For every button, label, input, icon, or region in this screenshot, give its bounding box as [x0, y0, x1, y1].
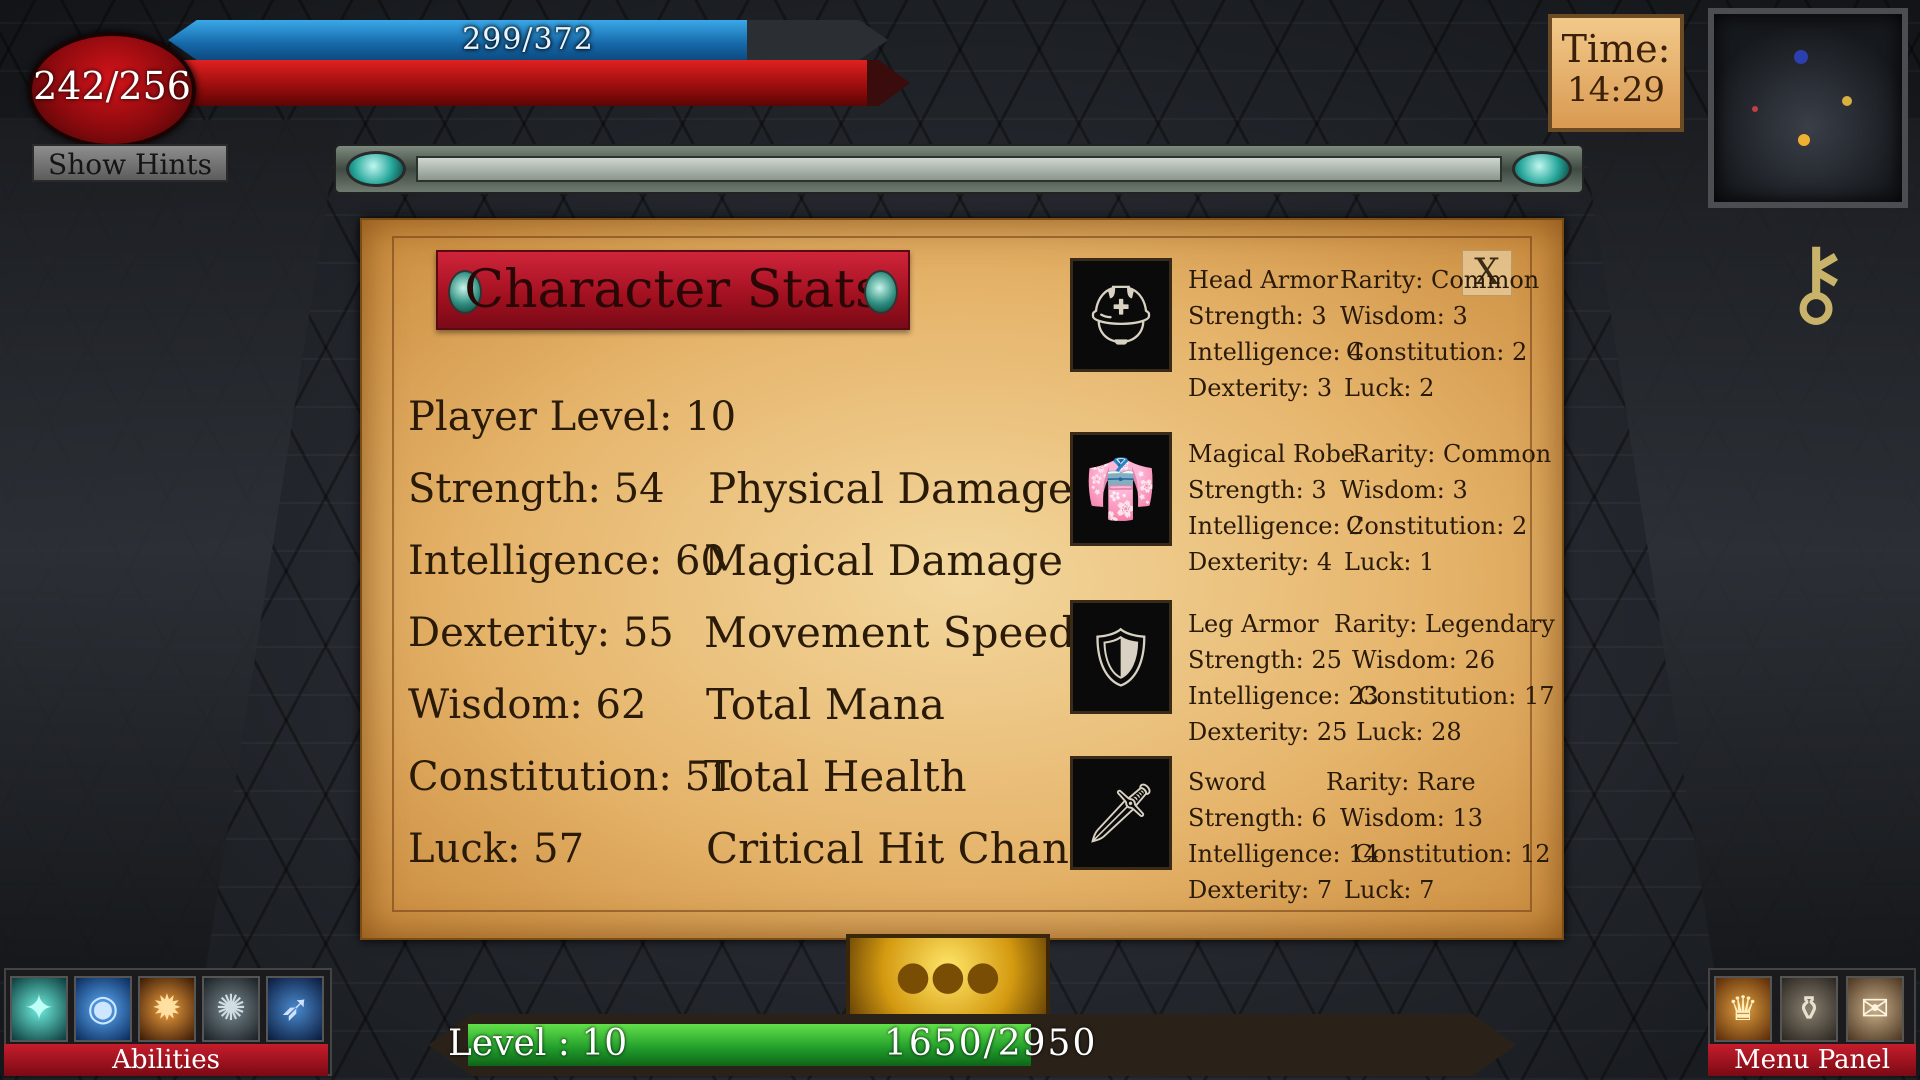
- equipment-strength: Strength: 3: [1188, 476, 1327, 504]
- gold-coins-icon: ●●●: [846, 934, 1050, 1018]
- health-bar-fill: [130, 60, 868, 106]
- equipment-strength: Strength: 6: [1188, 804, 1327, 832]
- banner-gem-right-icon: [864, 270, 898, 314]
- equipment-name: Head Armor: [1188, 266, 1338, 294]
- equipment-wisdom: Wisdom: 26: [1352, 646, 1496, 674]
- minimap-player-marker: [1798, 134, 1810, 146]
- movement-speed-link[interactable]: Movement Speed: [704, 608, 1075, 657]
- equipment-dexterity: Dexterity: 25: [1188, 718, 1348, 746]
- equipment-dexterity: Dexterity: 7: [1188, 876, 1333, 904]
- equipment-rarity: Rarity: Legendary: [1334, 610, 1555, 638]
- equipment-constitution: Constitution: 17: [1358, 682, 1555, 710]
- equipment-name: Leg Armor: [1188, 610, 1319, 638]
- equipment-luck: Luck: 2: [1344, 374, 1435, 402]
- equipment-constitution: Constitution: 2: [1346, 338, 1528, 366]
- character-crest-icon[interactable]: ♛: [1714, 976, 1772, 1042]
- equipment-constitution: Constitution: 2: [1346, 512, 1528, 540]
- abilities-button[interactable]: Abilities: [4, 1044, 328, 1076]
- stat-wisdom: Wisdom: 62: [408, 682, 647, 728]
- equipment-luck: Luck: 7: [1344, 876, 1435, 904]
- health-bar: [130, 60, 910, 106]
- equipment-intelligence: Intelligence: 23: [1188, 682, 1379, 710]
- helmet-icon[interactable]: ⛑: [1070, 258, 1172, 372]
- time-display: Time: 14:29: [1548, 14, 1684, 132]
- equipment-rarity: Rarity: Rare: [1326, 768, 1476, 796]
- equipment-luck: Luck: 1: [1344, 548, 1435, 576]
- lightning-ability-icon[interactable]: ✦: [10, 976, 68, 1042]
- magical-damage-link[interactable]: Magical Damage: [704, 536, 1063, 585]
- menu-panel-button[interactable]: Menu Panel: [1708, 1044, 1916, 1076]
- mana-bar: 299/372: [168, 20, 888, 60]
- equipment-name: Magical Robe: [1188, 440, 1356, 468]
- equipment-wisdom: Wisdom: 3: [1340, 302, 1468, 330]
- panel-rail: [334, 144, 1584, 194]
- stat-player-level: Player Level: 10: [408, 394, 737, 440]
- time-value: 14:29: [1567, 70, 1665, 110]
- show-hints-button[interactable]: Show Hints: [32, 144, 228, 182]
- mana-value: 299/372: [462, 22, 594, 57]
- stat-strength: Strength: 54: [408, 466, 665, 512]
- physical-damage-link[interactable]: Physical Damage: [708, 464, 1073, 513]
- panel-title: Character Stats: [464, 260, 882, 320]
- sword-icon[interactable]: 🗡: [1070, 756, 1172, 870]
- minimap-marker-top: [1794, 50, 1808, 64]
- minimap[interactable]: [1708, 8, 1908, 208]
- inventory-bag-icon[interactable]: ⚱: [1780, 976, 1838, 1042]
- keys-icon[interactable]: ⚷: [1756, 222, 1876, 342]
- health-value: 242/256: [33, 64, 191, 108]
- equipment-constitution: Constitution: 12: [1354, 840, 1551, 868]
- equipment-strength: Strength: 25: [1188, 646, 1342, 674]
- equipment-intelligence: Intelligence: 14: [1188, 840, 1379, 868]
- level-label: Level : 10: [448, 1023, 628, 1064]
- stat-luck: Luck: 57: [408, 826, 585, 872]
- equipment-luck: Luck: 28: [1356, 718, 1462, 746]
- equipment-dexterity: Dexterity: 3: [1188, 374, 1333, 402]
- critical-hit-chance-link[interactable]: Critical Hit Chance: [706, 824, 1117, 873]
- equipment-dexterity: Dexterity: 4: [1188, 548, 1333, 576]
- shield-burst-ability-icon[interactable]: ✺: [202, 976, 260, 1042]
- time-label: Time:: [1561, 27, 1671, 71]
- leg-armor-icon[interactable]: 🛡: [1070, 600, 1172, 714]
- equipment-wisdom: Wisdom: 13: [1340, 804, 1484, 832]
- equipment-intelligence: Intelligence: 4: [1188, 338, 1364, 366]
- minimap-marker-left: [1752, 106, 1758, 112]
- equipment-strength: Strength: 3: [1188, 302, 1327, 330]
- panel-title-banner: Character Stats: [436, 250, 910, 330]
- stat-dexterity: Dexterity: 55: [408, 610, 674, 656]
- arrow-ability-icon[interactable]: ➶: [266, 976, 324, 1042]
- scroll-map-icon[interactable]: ✉: [1846, 976, 1904, 1042]
- panel-rail-inner: [416, 156, 1502, 182]
- total-mana-link[interactable]: Total Mana: [706, 680, 945, 729]
- stat-constitution: Constitution: 51: [408, 754, 736, 800]
- total-health-link[interactable]: Total Health: [704, 752, 967, 801]
- equipment-rarity: Rarity: Common: [1352, 440, 1552, 468]
- rail-gem-left-icon: [346, 151, 406, 187]
- equipment-intelligence: Intelligence: 2: [1188, 512, 1364, 540]
- robe-icon[interactable]: 👘: [1070, 432, 1172, 546]
- fire-ability-icon[interactable]: ✹: [138, 976, 196, 1042]
- equipment-rarity: Rarity: Common: [1340, 266, 1540, 294]
- experience-value: 1650/2950: [884, 1023, 1098, 1064]
- stat-intelligence: Intelligence: 60: [408, 538, 726, 584]
- equipment-wisdom: Wisdom: 3: [1340, 476, 1468, 504]
- minimap-marker-right: [1842, 96, 1852, 106]
- rail-gem-right-icon: [1512, 151, 1572, 187]
- equipment-name: Sword: [1188, 768, 1267, 796]
- frost-orb-ability-icon[interactable]: ◉: [74, 976, 132, 1042]
